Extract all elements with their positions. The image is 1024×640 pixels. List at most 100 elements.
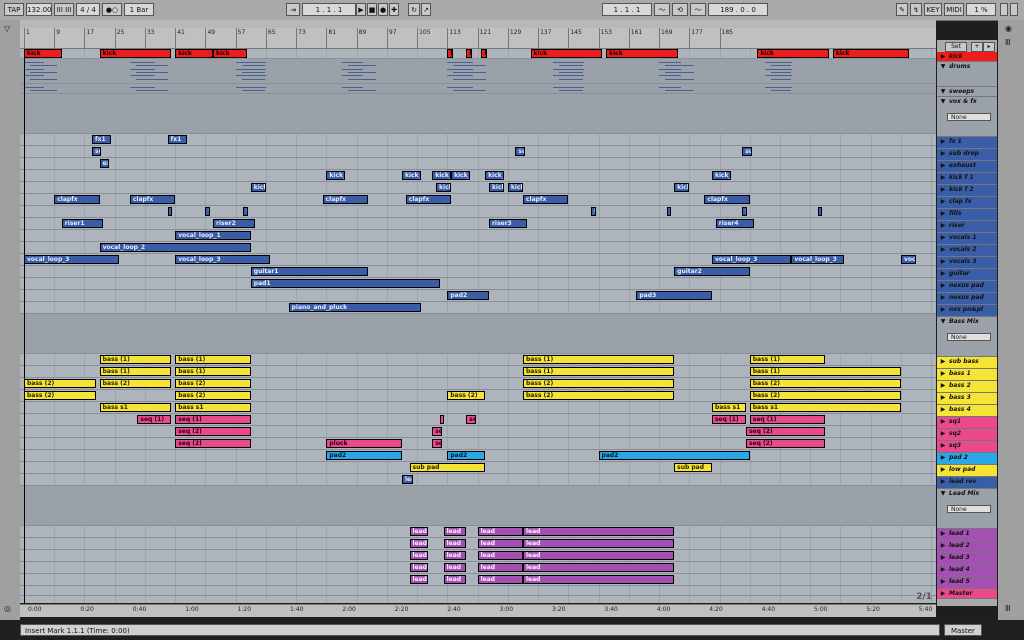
track-header[interactable]: ▶ lead rev: [937, 477, 997, 489]
clip[interactable]: kick: [530, 49, 603, 58]
automation-arm-icon[interactable]: ↻: [408, 3, 420, 16]
clip[interactable]: kick: [250, 183, 266, 192]
stop-icon[interactable]: ■: [367, 3, 377, 16]
clip[interactable]: lead: [522, 551, 675, 560]
track-lane[interactable]: [20, 302, 936, 314]
play-icon[interactable]: ▶: [939, 234, 947, 242]
clip[interactable]: f: [666, 207, 672, 216]
quantization-menu[interactable]: 1 Bar: [124, 3, 154, 16]
fold-icon[interactable]: ▼: [939, 88, 947, 96]
track-header[interactable]: ▼ Lead Mix None: [937, 489, 997, 529]
play-icon[interactable]: ▶: [939, 478, 947, 486]
track-header[interactable]: ▶ vocals 2: [937, 245, 997, 257]
track-lane[interactable]: [20, 230, 936, 242]
clip[interactable]: voca: [900, 255, 917, 264]
clip[interactable]: lead: [522, 527, 675, 536]
clip[interactable]: lead: [477, 527, 523, 536]
track-header[interactable]: ▶ low pad: [937, 465, 997, 477]
routing-dropdown[interactable]: None: [947, 505, 991, 513]
set-button[interactable]: Set: [945, 42, 967, 52]
clip[interactable]: bass (2): [99, 379, 172, 388]
clip[interactable]: pad2: [598, 451, 750, 460]
clip[interactable]: pad2: [326, 451, 402, 460]
clip[interactable]: clapfx: [322, 195, 368, 204]
clip[interactable]: fx1: [167, 135, 187, 144]
track-lane[interactable]: [20, 586, 936, 596]
play-icon[interactable]: ▶: [939, 442, 947, 450]
punch-in-icon[interactable]: 〜: [654, 3, 670, 16]
play-icon[interactable]: ▶: [939, 394, 947, 402]
play-icon[interactable]: ▶: [939, 542, 947, 550]
clip[interactable]: bass (1): [749, 355, 826, 364]
routing-dropdown[interactable]: None: [947, 333, 991, 341]
time-ruler[interactable]: 2/1 0:00 0:20 0:40 1:00 1:20 1:40 2:00 2:20 2:40…: [20, 592, 936, 617]
loop-switch-icon[interactable]: ⟲: [672, 3, 688, 16]
play-icon[interactable]: ▶: [939, 454, 947, 462]
track-lane[interactable]: [20, 182, 936, 194]
clip[interactable]: riser1: [61, 219, 104, 228]
track-header[interactable]: ▶ lead 2: [937, 541, 997, 553]
fold-icon[interactable]: ▼: [939, 318, 947, 326]
clip[interactable]: pad2: [447, 291, 489, 300]
clip[interactable]: bass s1: [711, 403, 746, 412]
clip[interactable]: riser4: [715, 219, 754, 228]
clip[interactable]: lead: [409, 551, 429, 560]
play-icon[interactable]: ▶: [939, 578, 947, 586]
clip[interactable]: lead: [409, 527, 429, 536]
clip[interactable]: kick: [832, 49, 909, 58]
clip[interactable]: piano_and_pluck: [288, 303, 421, 312]
track-header[interactable]: ▶ sq2: [937, 429, 997, 441]
clip[interactable]: seq (2): [745, 439, 826, 448]
track-header[interactable]: ▶ nxs pn&pl: [937, 305, 997, 317]
clip[interactable]: bass (2): [522, 391, 675, 400]
tempo-field[interactable]: 132.00: [26, 3, 52, 16]
clip[interactable]: exl: [99, 159, 110, 168]
track-header[interactable]: ▼ vox & fx None: [937, 97, 997, 137]
clip[interactable]: k: [447, 49, 454, 58]
play-icon[interactable]: ▶: [939, 222, 947, 230]
clip[interactable]: f: [591, 207, 596, 216]
clip[interactable]: lead: [409, 575, 429, 584]
key-map-icon[interactable]: ↯: [910, 3, 922, 16]
clip[interactable]: sub pad: [674, 463, 712, 472]
punch-out-icon[interactable]: 〜: [690, 3, 706, 16]
metronome-toggle[interactable]: ●○: [102, 3, 122, 16]
clip[interactable]: seq (1): [137, 415, 172, 424]
play-icon[interactable]: ▶: [939, 138, 947, 146]
midi-map-button[interactable]: MIDI: [944, 3, 964, 16]
beat-time-ruler[interactable]: 1 9 17 25 33 41 49 57 65 73 81 89 97 105 113 121 129 137 1…: [20, 28, 936, 49]
track-header[interactable]: ▼ sweeps: [937, 87, 997, 97]
clip[interactable]: fx1: [92, 135, 111, 144]
clip[interactable]: bass s1: [99, 403, 172, 412]
play-icon[interactable]: ▶: [939, 174, 947, 182]
clip[interactable]: vocal_loop_3: [711, 255, 792, 264]
fold-icon[interactable]: ▼: [939, 98, 947, 106]
track-header[interactable]: ▶ nexus pad: [937, 293, 997, 305]
master-selector[interactable]: Master: [944, 624, 982, 636]
loop-length-field[interactable]: 189 . 0 . 0: [708, 3, 768, 16]
loop-start-field[interactable]: 1 . 1 . 1: [602, 3, 652, 16]
clip[interactable]: kick_f: [711, 171, 731, 180]
clip[interactable]: lead: [477, 539, 523, 548]
play-icon[interactable]: ▶: [939, 282, 947, 290]
clip[interactable]: bass (2): [749, 379, 901, 388]
record-icon[interactable]: ●: [378, 3, 388, 16]
track-header[interactable]: ▶ sq3: [937, 441, 997, 453]
clip[interactable]: kick: [99, 49, 172, 58]
track-header[interactable]: ▼ Bass Mix None: [937, 317, 997, 357]
track-header[interactable]: ▶ nexus pad: [937, 281, 997, 293]
track-header[interactable]: ▶ vocals 3: [937, 257, 997, 269]
clip[interactable]: lead: [443, 563, 467, 572]
clip[interactable]: pad3: [636, 291, 712, 300]
re-enable-icon[interactable]: ↗: [421, 3, 431, 16]
clip[interactable]: bass s1: [749, 403, 901, 412]
clip[interactable]: clapfx: [704, 195, 750, 204]
track-header[interactable]: ▶ vocals 1: [937, 233, 997, 245]
play-icon[interactable]: ▶: [939, 590, 947, 598]
clip[interactable]: vocal_loop_3: [791, 255, 845, 264]
play-icon[interactable]: ▶: [939, 53, 947, 61]
play-icon[interactable]: ▶: [939, 530, 947, 538]
song-position-field[interactable]: 1 . 1 . 1: [302, 3, 356, 16]
clip[interactable]: f: [205, 207, 210, 216]
clip[interactable]: lead: [477, 563, 523, 572]
